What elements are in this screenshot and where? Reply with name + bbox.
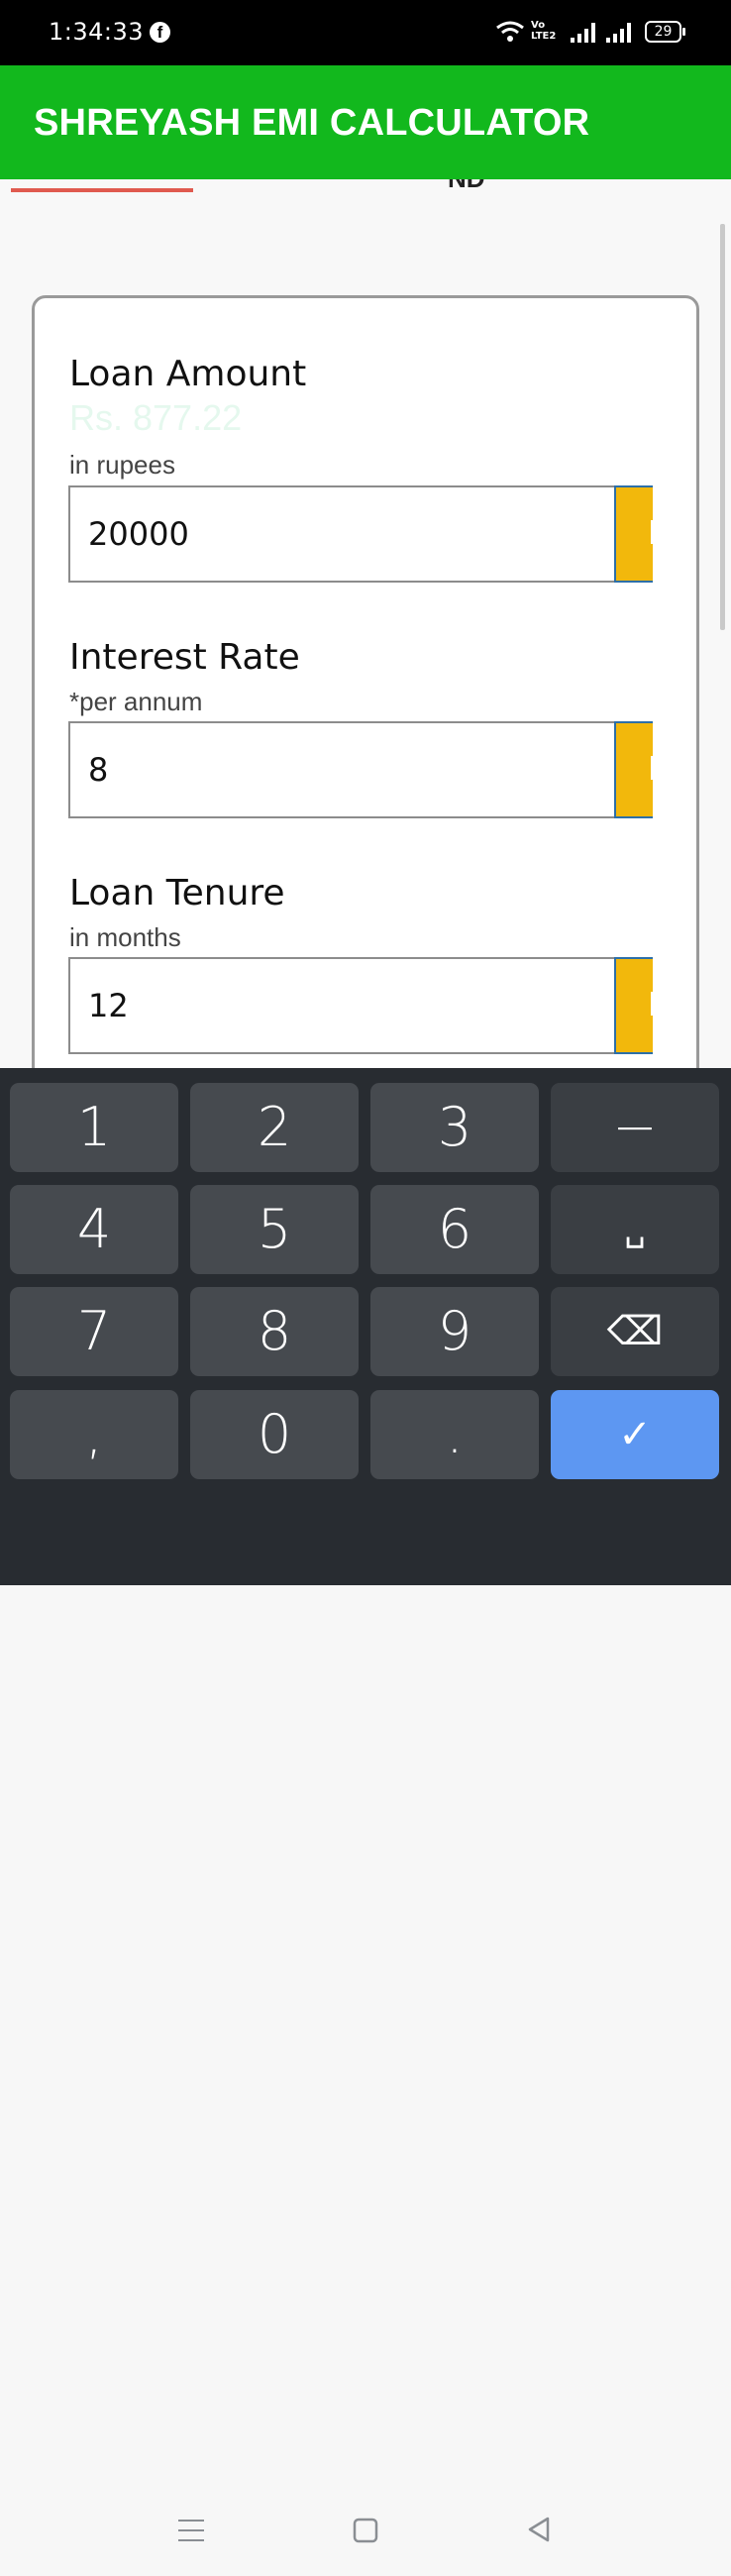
key-2[interactable]: 2 — [190, 1083, 359, 1172]
interest-rate-label: Interest Rate — [69, 637, 300, 678]
key-6[interactable]: 6 — [370, 1185, 539, 1274]
interest-rate-input[interactable]: 8 — [68, 721, 614, 818]
home-icon[interactable] — [353, 2518, 378, 2543]
app-bar: SHREYASH EMI CALCULATOR — [0, 65, 731, 179]
key-7[interactable]: 7 — [10, 1287, 178, 1376]
tab-label-peek[interactable]: ND — [448, 179, 485, 194]
interest-rate-slider[interactable] — [614, 721, 653, 818]
loan-tenure-label: Loan Tenure — [69, 873, 285, 913]
navigation-bar — [0, 2497, 731, 2576]
key-8[interactable]: 8 — [190, 1287, 359, 1376]
battery-level: 29 — [654, 24, 673, 40]
emi-result: Rs. 877.22 — [69, 397, 243, 438]
loan-tenure-slider[interactable] — [614, 957, 653, 1054]
key-4[interactable]: 4 — [10, 1185, 178, 1274]
interest-rate-sub: *per annum — [69, 687, 203, 716]
facebook-icon: f — [150, 22, 170, 43]
loan-tenure-sub: in months — [69, 922, 181, 952]
key-comma[interactable]: , — [10, 1390, 178, 1479]
volte-bottom: LTE2 — [531, 31, 557, 42]
status-time: 1:34:33 — [49, 18, 145, 46]
key-9[interactable]: 9 — [370, 1287, 539, 1376]
key-minus[interactable]: − — [551, 1083, 719, 1172]
loan-tenure-input[interactable]: 12 — [68, 957, 614, 1054]
status-bar: 1:34:33 f Vo LTE2 29 — [0, 0, 731, 65]
battery-icon: 29 — [645, 21, 685, 43]
key-period[interactable]: . — [370, 1390, 539, 1479]
key-1[interactable]: 1 — [10, 1083, 178, 1172]
key-space[interactable]: ␣ — [551, 1185, 719, 1274]
loan-amount-sub: in rupees — [69, 450, 175, 480]
loan-amount-label: Loan Amount — [69, 354, 307, 394]
key-3[interactable]: 3 — [370, 1083, 539, 1172]
volte-icon: Vo LTE2 — [531, 20, 556, 42]
key-0[interactable]: 0 — [190, 1390, 359, 1479]
volte-top: Vo — [531, 20, 546, 31]
tab-indicator — [11, 188, 193, 192]
emi-form-card: Loan Amount Rs. 877.22 in rupees 20000 I… — [32, 295, 699, 1068]
numeric-keyboard: 1 2 3 − 4 5 6 ␣ 7 8 9 ⌫ , 0 . ✓ — [0, 1068, 731, 2543]
signal-icon-sim1 — [571, 23, 595, 43]
key-5[interactable]: 5 — [190, 1185, 359, 1274]
confirm-key[interactable]: ✓ — [551, 1390, 719, 1479]
signal-icon-sim2 — [606, 23, 631, 43]
loan-amount-input[interactable]: 20000 — [68, 485, 614, 583]
wifi-icon — [496, 21, 524, 42]
back-icon[interactable] — [526, 2516, 552, 2543]
main-content: ND Loan Amount Rs. 877.22 in rupees 2000… — [0, 179, 731, 1068]
backspace-key[interactable]: ⌫ — [551, 1287, 719, 1376]
scrollbar[interactable] — [720, 224, 725, 630]
menu-icon[interactable] — [178, 2518, 204, 2543]
app-title: SHREYASH EMI CALCULATOR — [34, 102, 590, 144]
loan-amount-slider[interactable] — [614, 485, 653, 583]
